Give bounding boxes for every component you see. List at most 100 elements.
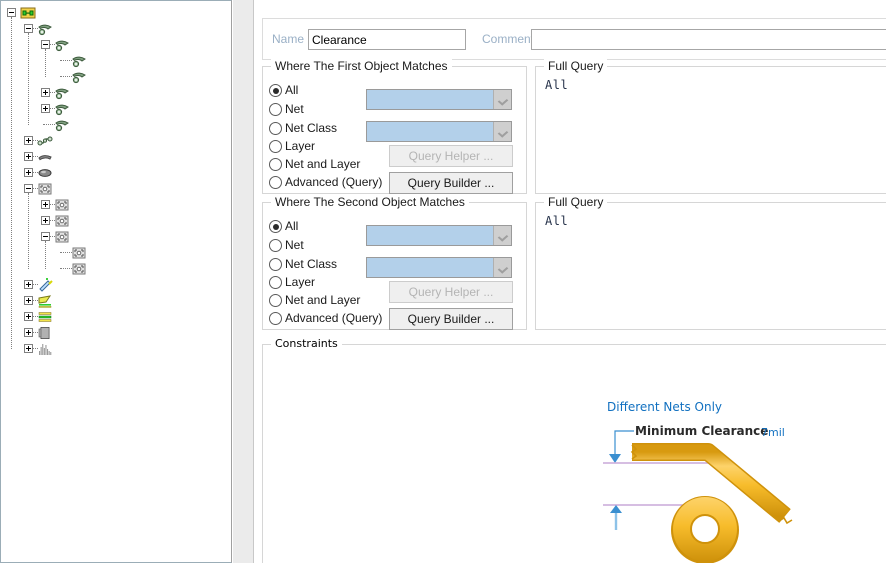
first-object-radio-layer[interactable]: Layer [269, 137, 315, 155]
plane-icon [54, 198, 70, 212]
tree-expand-icon[interactable] [24, 328, 33, 337]
second-object-radio-netclass[interactable]: Net Class [269, 255, 337, 273]
tree-item-power-plane-clearance[interactable] [3, 213, 232, 229]
first-object-radio-all[interactable]: All [269, 81, 298, 99]
tree-item-clearance[interactable] [3, 69, 232, 85]
tree-item-plane[interactable] [3, 181, 232, 197]
second-object-netclass-combo[interactable] [366, 257, 512, 278]
tree-item-polygon-connect-style[interactable] [3, 229, 232, 245]
radio-label: All [285, 219, 298, 233]
pcb-clearance-illustration [593, 400, 886, 563]
second-full-query-title: Full Query [544, 195, 607, 209]
first-object-radio-advanced-query[interactable]: Advanced (Query) [269, 173, 382, 191]
tree-item-power-plane-connect-style[interactable] [3, 197, 232, 213]
tree-item-high-speed[interactable] [3, 309, 232, 325]
first-object-query-helper-button[interactable]: Query Helper ... [389, 145, 513, 167]
radio-label: Net [285, 238, 304, 252]
tree-collapse-icon[interactable] [24, 184, 33, 193]
tree-item-un-connected-pin[interactable] [3, 117, 232, 133]
electrical-icon [54, 86, 70, 100]
first-full-query-group: Full Query All [535, 66, 886, 194]
tree-expand-icon[interactable] [24, 152, 33, 161]
tree-connector [60, 252, 68, 254]
tree-item-polgyon-all[interactable] [3, 53, 232, 69]
tree-expand-icon[interactable] [41, 104, 50, 113]
name-input[interactable] [308, 29, 466, 50]
tree-connector [60, 76, 68, 78]
radio-mark-icon [269, 103, 282, 116]
constraints-group: Constraints Different Nets Only Minimum … [262, 344, 886, 563]
second-object-radio-advanced-query[interactable]: Advanced (Query) [269, 309, 382, 327]
electrical-icon [54, 102, 70, 116]
tree-item-polygonconnect[interactable] [3, 261, 232, 277]
second-object-radio-net[interactable]: Net [269, 236, 304, 254]
second-object-radio-layer[interactable]: Layer [269, 273, 315, 291]
tree-item-un-routed-net[interactable] [3, 101, 232, 117]
first-object-radio-net[interactable]: Net [269, 100, 304, 118]
tree-item-routing[interactable] [3, 133, 232, 149]
electrical-icon [37, 22, 53, 36]
tree-expand-icon[interactable] [41, 200, 50, 209]
tree-expand-icon[interactable] [41, 88, 50, 97]
tree-item-testpoint[interactable] [3, 277, 232, 293]
tree-expand-icon[interactable] [24, 296, 33, 305]
tree-expand-icon[interactable] [24, 136, 33, 145]
tree-expand-icon[interactable] [24, 344, 33, 353]
first-full-query-text[interactable]: All [545, 78, 568, 92]
combo-value [367, 122, 493, 141]
tree-item-mask[interactable] [3, 165, 232, 181]
first-object-query-builder-button[interactable]: Query Builder ... [389, 172, 513, 194]
first-object-title: Where The First Object Matches [271, 59, 452, 73]
second-object-net-combo[interactable] [366, 225, 512, 246]
chevron-down-icon[interactable] [493, 226, 511, 245]
tree-item-smt[interactable] [3, 149, 232, 165]
tree-expand-icon[interactable] [24, 312, 33, 321]
radio-label: Net Class [285, 121, 337, 135]
first-object-netclass-combo[interactable] [366, 121, 512, 142]
tree-collapse-icon[interactable] [41, 40, 50, 49]
tree-item-polygonconnect-pad[interactable] [3, 245, 232, 261]
rules-tree-panel[interactable] [0, 0, 232, 563]
pad-hole [691, 515, 719, 543]
tree-item-placement[interactable] [3, 325, 232, 341]
electrical-icon [54, 38, 70, 52]
tree-collapse-icon[interactable] [41, 232, 50, 241]
tree-item-signal-integrity[interactable] [3, 341, 232, 357]
tree-item-short-circuit[interactable] [3, 85, 232, 101]
tree-expand-icon[interactable] [24, 168, 33, 177]
tree-item-design-rules[interactable] [3, 5, 232, 21]
tree-expand-icon[interactable] [41, 216, 50, 225]
electrical-icon [71, 70, 87, 84]
tree-expand-icon[interactable] [24, 280, 33, 289]
first-object-net-combo[interactable] [366, 89, 512, 110]
tree-collapse-icon[interactable] [24, 24, 33, 33]
tree-item-manufacturing[interactable] [3, 293, 232, 309]
leader-line [615, 431, 634, 457]
second-object-query-helper-button[interactable]: Query Helper ... [389, 281, 513, 303]
plane-icon [54, 214, 70, 228]
radio-label: Advanced (Query) [285, 175, 382, 189]
second-object-radio-net-and-layer[interactable]: Net and Layer [269, 291, 360, 309]
first-full-query-title: Full Query [544, 59, 607, 73]
combo-value [367, 90, 493, 109]
mask-icon [37, 166, 53, 180]
plane-icon [71, 246, 87, 260]
chevron-down-icon[interactable] [493, 122, 511, 141]
first-object-radio-netclass[interactable]: Net Class [269, 119, 337, 137]
electrical-icon [71, 54, 87, 68]
second-full-query-group: Full Query All [535, 202, 886, 330]
tree-connector [43, 124, 51, 126]
second-object-radio-all[interactable]: All [269, 217, 298, 235]
first-object-group: Where The First Object Matches All Net N… [262, 66, 527, 194]
second-full-query-text[interactable]: All [545, 214, 568, 228]
tree-connector [45, 49, 47, 77]
tree-item-clearance[interactable] [3, 37, 232, 53]
chevron-down-icon[interactable] [493, 90, 511, 109]
second-object-query-builder-button[interactable]: Query Builder ... [389, 308, 513, 330]
tree-collapse-icon[interactable] [7, 8, 16, 17]
chevron-down-icon[interactable] [493, 258, 511, 277]
first-object-radio-net-and-layer[interactable]: Net and Layer [269, 155, 360, 173]
panel-splitter[interactable] [232, 0, 254, 563]
tree-item-electrical[interactable] [3, 21, 232, 37]
comment-input[interactable] [531, 29, 886, 50]
